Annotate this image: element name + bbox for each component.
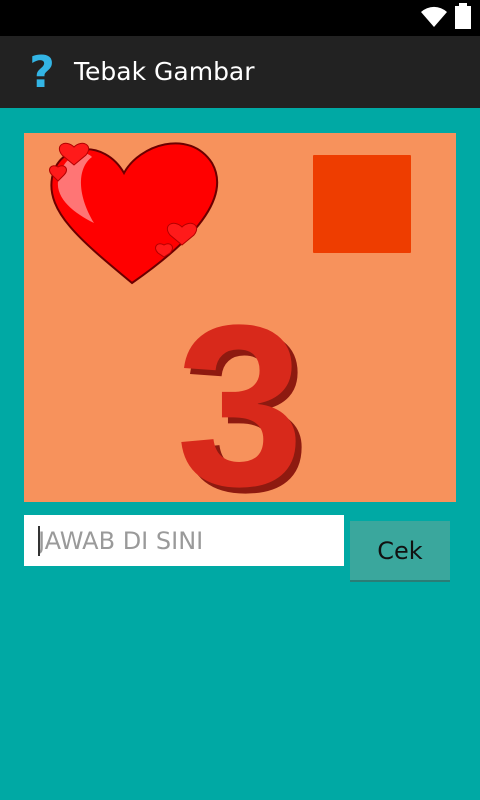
square-shape [313,155,411,253]
battery-icon [455,3,471,29]
puzzle-digit: 3 [176,277,304,502]
app-title: Tebak Gambar [74,57,255,86]
number-three-shape: 3 3 [176,277,310,502]
heart-shape [49,142,219,285]
wifi-icon [421,6,447,27]
action-bar: ? Tebak Gambar [0,36,480,108]
puzzle-image: 3 3 [24,133,456,502]
status-bar [0,0,480,36]
text-cursor [38,526,40,556]
question-mark-icon: ? [29,47,55,98]
answer-input[interactable] [24,515,344,566]
check-button[interactable]: Cek [350,521,450,580]
